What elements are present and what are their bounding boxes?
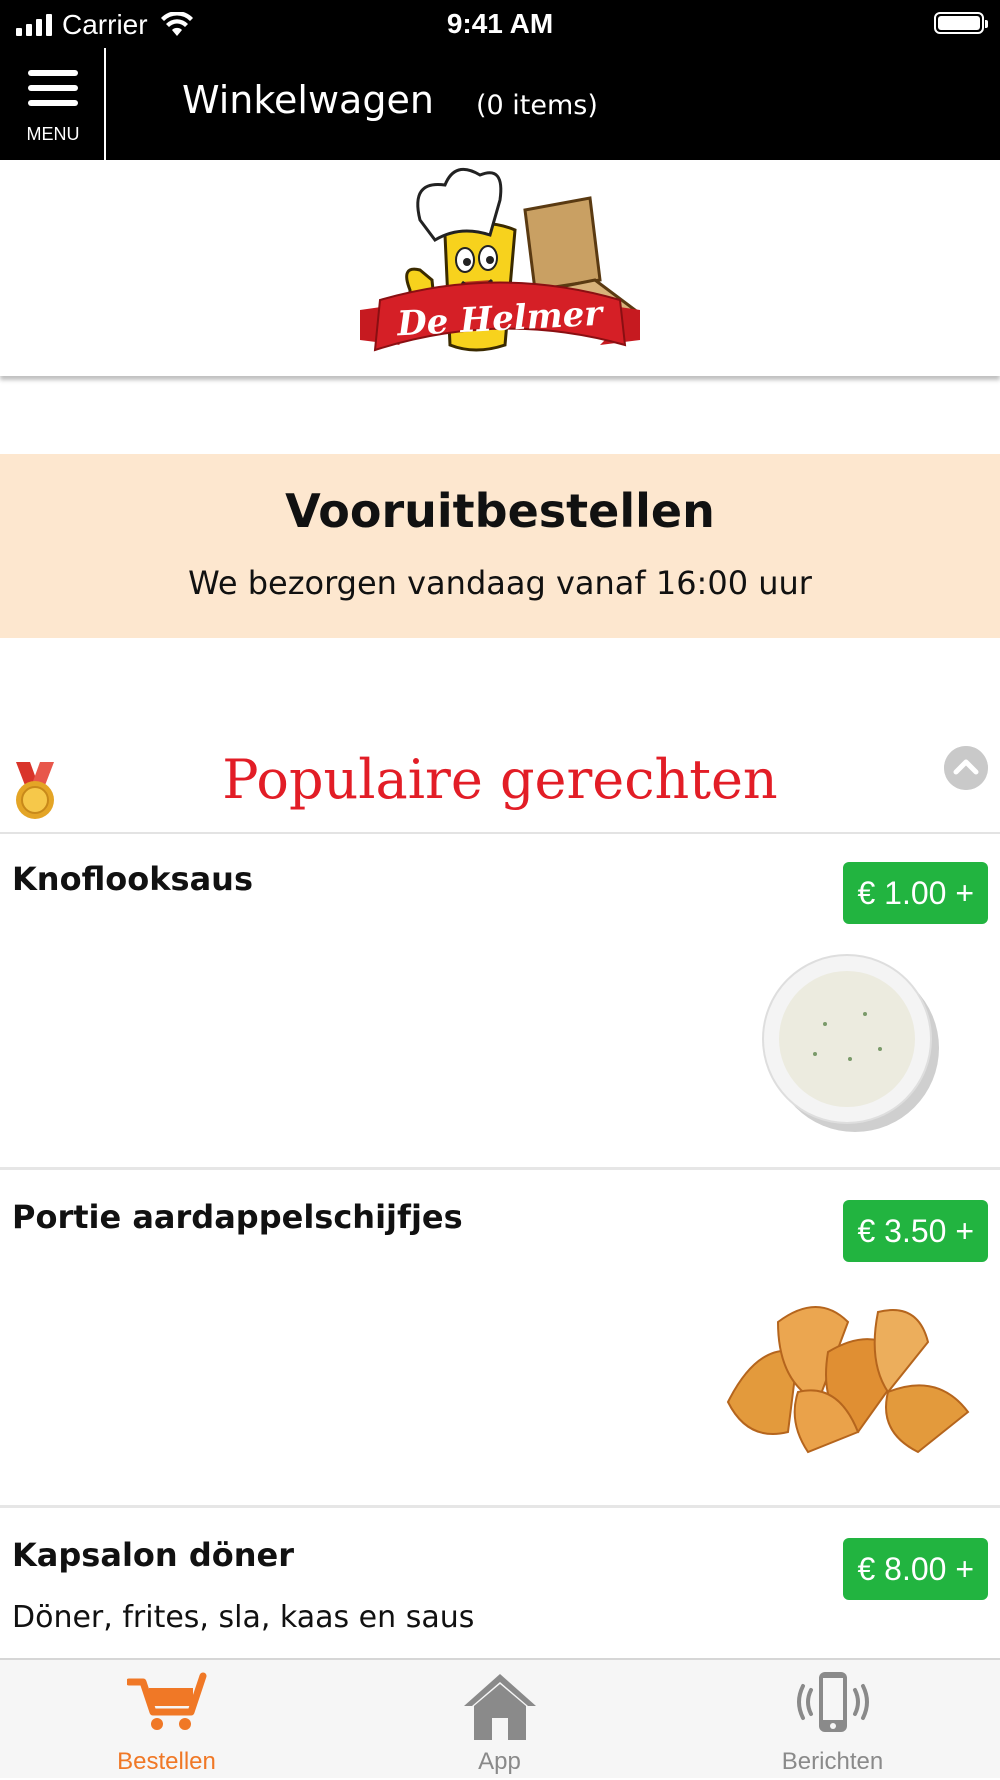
banner-subtitle: We bezorgen vandaag vanaf 16:00 uur bbox=[188, 564, 812, 602]
tab-berichten[interactable]: Berichten bbox=[666, 1660, 999, 1780]
cart-title[interactable]: Winkelwagen bbox=[182, 78, 434, 122]
item-name: Portie aardappelschijfjes bbox=[12, 1198, 463, 1236]
home-icon bbox=[463, 1674, 536, 1740]
potato-wedges-image bbox=[726, 1306, 970, 1454]
menu-item[interactable]: Portie aardappelschijfjes € 3.50 + bbox=[0, 1170, 1000, 1508]
phone-vibrate-icon bbox=[796, 1672, 869, 1732]
menu-button[interactable]: MENU bbox=[0, 48, 106, 160]
garlic-sauce-image bbox=[762, 954, 939, 1132]
menu-label: MENU bbox=[26, 124, 80, 144]
status-time: 9:41 AM bbox=[446, 8, 554, 39]
tab-bar: Bestellen App Berichten bbox=[0, 1658, 1000, 1778]
de-helmer-logo: De Helmer bbox=[360, 167, 640, 352]
status-bar: Carrier 9:41 AM bbox=[0, 0, 1000, 48]
tab-bestellen[interactable]: Bestellen bbox=[0, 1660, 333, 1780]
app-header: MENU Winkelwagen (0 items) bbox=[0, 48, 1000, 160]
tab-label: Bestellen bbox=[117, 1748, 216, 1775]
item-name: Kapsalon döner bbox=[12, 1536, 294, 1574]
tab-app[interactable]: App bbox=[333, 1660, 666, 1780]
add-price-button[interactable]: € 1.00 + bbox=[843, 862, 988, 924]
cart-icon bbox=[126, 1672, 206, 1730]
logo-area: De Helmer bbox=[0, 160, 1000, 376]
tab-label: App bbox=[478, 1748, 521, 1775]
banner-title: Vooruitbestellen bbox=[285, 484, 715, 538]
tab-label: Berichten bbox=[781, 1748, 884, 1775]
add-price-button[interactable]: € 8.00 + bbox=[843, 1538, 988, 1600]
hamburger-icon bbox=[28, 70, 78, 115]
battery-icon bbox=[934, 12, 988, 34]
menu-item[interactable]: Knoflooksaus € 1.00 + bbox=[0, 832, 1000, 1170]
cart-item-count[interactable]: (0 items) bbox=[476, 90, 598, 121]
collapse-chevron-up-icon[interactable] bbox=[944, 746, 988, 790]
add-price-button[interactable]: € 3.50 + bbox=[843, 1200, 988, 1262]
section-header[interactable]: Populaire gerechten bbox=[0, 740, 1000, 834]
item-name: Knoflooksaus bbox=[12, 860, 253, 898]
section-title: Populaire gerechten bbox=[222, 748, 778, 811]
preorder-banner: Vooruitbestellen We bezorgen vandaag van… bbox=[0, 454, 1000, 638]
item-description: Döner, frites, sla, kaas en saus bbox=[12, 1600, 475, 1635]
